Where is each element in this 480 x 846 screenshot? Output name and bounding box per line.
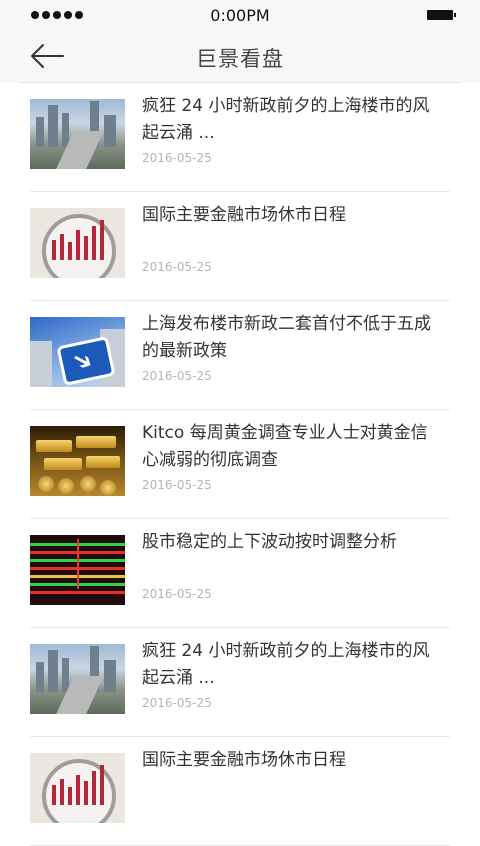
news-item[interactable]: 上海发布楼市新政二套首付不低于五成的最新政策 2016-05-25: [30, 301, 450, 410]
news-thumbnail: [30, 753, 125, 823]
news-date: 2016-05-25: [142, 587, 212, 601]
news-title: 国际主要金融市场休市日程: [142, 205, 346, 225]
news-item[interactable]: 国际主要金融市场休市日程: [30, 737, 450, 846]
status-bar: 0:00PM: [0, 0, 480, 32]
news-thumbnail: [30, 317, 125, 387]
status-time: 0:00PM: [210, 6, 270, 25]
news-date: 2016-05-25: [142, 260, 212, 274]
news-thumbnail: [30, 535, 125, 605]
news-item[interactable]: 疯狂 24 小时新政前夕的上海楼市的风起云涌 ... 2016-05-25: [30, 628, 450, 737]
news-title: 国际主要金融市场休市日程: [142, 750, 346, 770]
news-date: 2016-05-25: [142, 696, 212, 710]
news-title: Kitco 每周黄金调查专业人士对黄金信心减弱的彻底调查: [142, 423, 428, 470]
news-thumbnail: [30, 426, 125, 496]
news-item[interactable]: 国际主要金融市场休市日程 2016-05-25: [30, 192, 450, 301]
news-title: 上海发布楼市新政二套首付不低于五成的最新政策: [142, 314, 431, 361]
news-date: 2016-05-25: [142, 369, 212, 383]
news-title: 股市稳定的上下波动按时调整分析: [142, 532, 397, 552]
news-list: 疯狂 24 小时新政前夕的上海楼市的风起云涌 ... 2016-05-25 国际…: [0, 83, 480, 846]
news-thumbnail: [30, 208, 125, 278]
news-thumbnail: [30, 644, 125, 714]
battery-icon: [427, 10, 456, 20]
news-item[interactable]: 股市稳定的上下波动按时调整分析 2016-05-25: [30, 519, 450, 628]
navigation-bar: 巨景看盘: [20, 32, 460, 83]
page-title: 巨景看盘: [196, 47, 284, 71]
news-title: 疯狂 24 小时新政前夕的上海楼市的风起云涌 ...: [142, 96, 430, 143]
news-date: 2016-05-25: [142, 151, 212, 165]
news-date: 2016-05-25: [142, 478, 212, 492]
news-thumbnail: [30, 99, 125, 169]
news-title: 疯狂 24 小时新政前夕的上海楼市的风起云涌 ...: [142, 641, 430, 688]
news-item[interactable]: Kitco 每周黄金调查专业人士对黄金信心减弱的彻底调查 2016-05-25: [30, 410, 450, 519]
news-item[interactable]: 疯狂 24 小时新政前夕的上海楼市的风起云涌 ... 2016-05-25: [30, 83, 450, 192]
